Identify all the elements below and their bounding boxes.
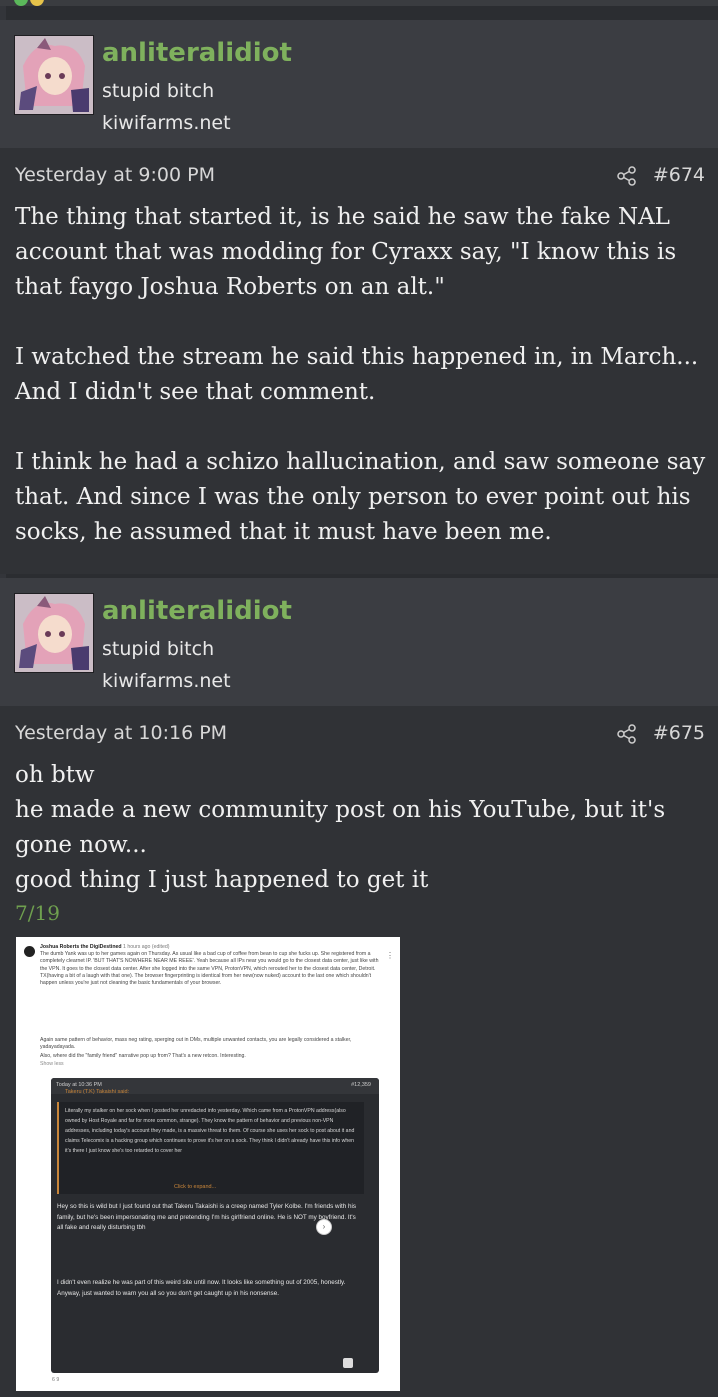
ss-next-icon: › [316, 1219, 332, 1235]
ss-click-expand: Click to expand... [174, 1184, 217, 1190]
post-paragraph: I think he had a schizo hallucination, a… [15, 449, 706, 545]
date-link[interactable]: 7/19 [15, 898, 710, 928]
previous-post-footer [0, 0, 718, 6]
post-number-link[interactable]: #674 [653, 164, 705, 186]
avatar-image-icon [15, 594, 93, 672]
ss-reply-2: I didn't even realize he was part of thi… [57, 1279, 346, 1297]
ss-post-text-3: Also, where did the "family friend" narr… [40, 1053, 246, 1059]
ss-post-text-2: Again same pattern of behavior, mass neg… [40, 1037, 352, 1051]
ss-post-age: 1 hours ago (edited) [123, 944, 170, 950]
post-body: The thing that started it, is he said he… [15, 200, 710, 550]
avatar-image-icon [15, 36, 93, 114]
ss-reply-1: Hey so this is wild but I just found out… [57, 1203, 357, 1231]
embedded-screenshot-image[interactable]: Joshua Roberts the DigiDestined 1 hours … [16, 937, 400, 1391]
ss-scroll-icon [343, 1358, 353, 1368]
user-avatar[interactable] [14, 35, 94, 115]
user-avatar[interactable] [14, 593, 94, 673]
post-line: good thing I just happened to get it [15, 867, 429, 893]
share-icon[interactable] [617, 166, 637, 186]
ss-quote-body: Literally my stalker on her sock when I … [65, 1108, 355, 1154]
ss-post-text: The dumb Yank was up to her games again … [40, 951, 379, 987]
ss-quote-time: Today at 10:36 PM [56, 1082, 102, 1088]
ss-footer-icons: 6 9 [52, 1377, 60, 1383]
post-674: anliteralidiot stupid bitch kiwifarms.ne… [0, 20, 718, 574]
ss-channel-line: Joshua Roberts the DigiDestined 1 hours … [40, 944, 380, 950]
post-line: he made a new community post on his YouT… [15, 797, 666, 858]
ss-more-icon: ⋮ [386, 951, 394, 960]
post-timestamp[interactable]: Yesterday at 10:16 PM [15, 722, 227, 744]
username-link[interactable]: anliteralidiot [102, 38, 292, 68]
ss-quote-block: Takeru (T.K) Takaishi said: Literally my… [57, 1089, 364, 1194]
post-paragraph: The thing that started it, is he said he… [15, 204, 677, 300]
ss-quote-author: Takeru (T.K) Takaishi said: [65, 1089, 130, 1095]
post-line: oh btw [15, 762, 95, 788]
reaction-emoji-icon[interactable] [30, 0, 44, 6]
post-number-link[interactable]: #675 [653, 722, 705, 744]
post-timestamp[interactable]: Yesterday at 9:00 PM [15, 164, 215, 186]
user-title: stupid bitch [102, 638, 215, 660]
ss-quote-number: #12,359 [351, 1082, 371, 1088]
reaction-like-icon[interactable] [14, 0, 28, 6]
username-link[interactable]: anliteralidiot [102, 596, 292, 626]
user-domain: kiwifarms.net [102, 670, 231, 692]
user-domain: kiwifarms.net [102, 112, 231, 134]
post-paragraph: I watched the stream he said this happen… [15, 344, 699, 405]
share-icon[interactable] [617, 724, 637, 744]
ss-show-less: Show less [40, 1061, 64, 1067]
post-body: oh btw he made a new community post on h… [15, 758, 710, 928]
ss-channel-name: Joshua Roberts the DigiDestined [40, 944, 122, 950]
channel-avatar-icon [24, 946, 35, 957]
user-title: stupid bitch [102, 80, 215, 102]
